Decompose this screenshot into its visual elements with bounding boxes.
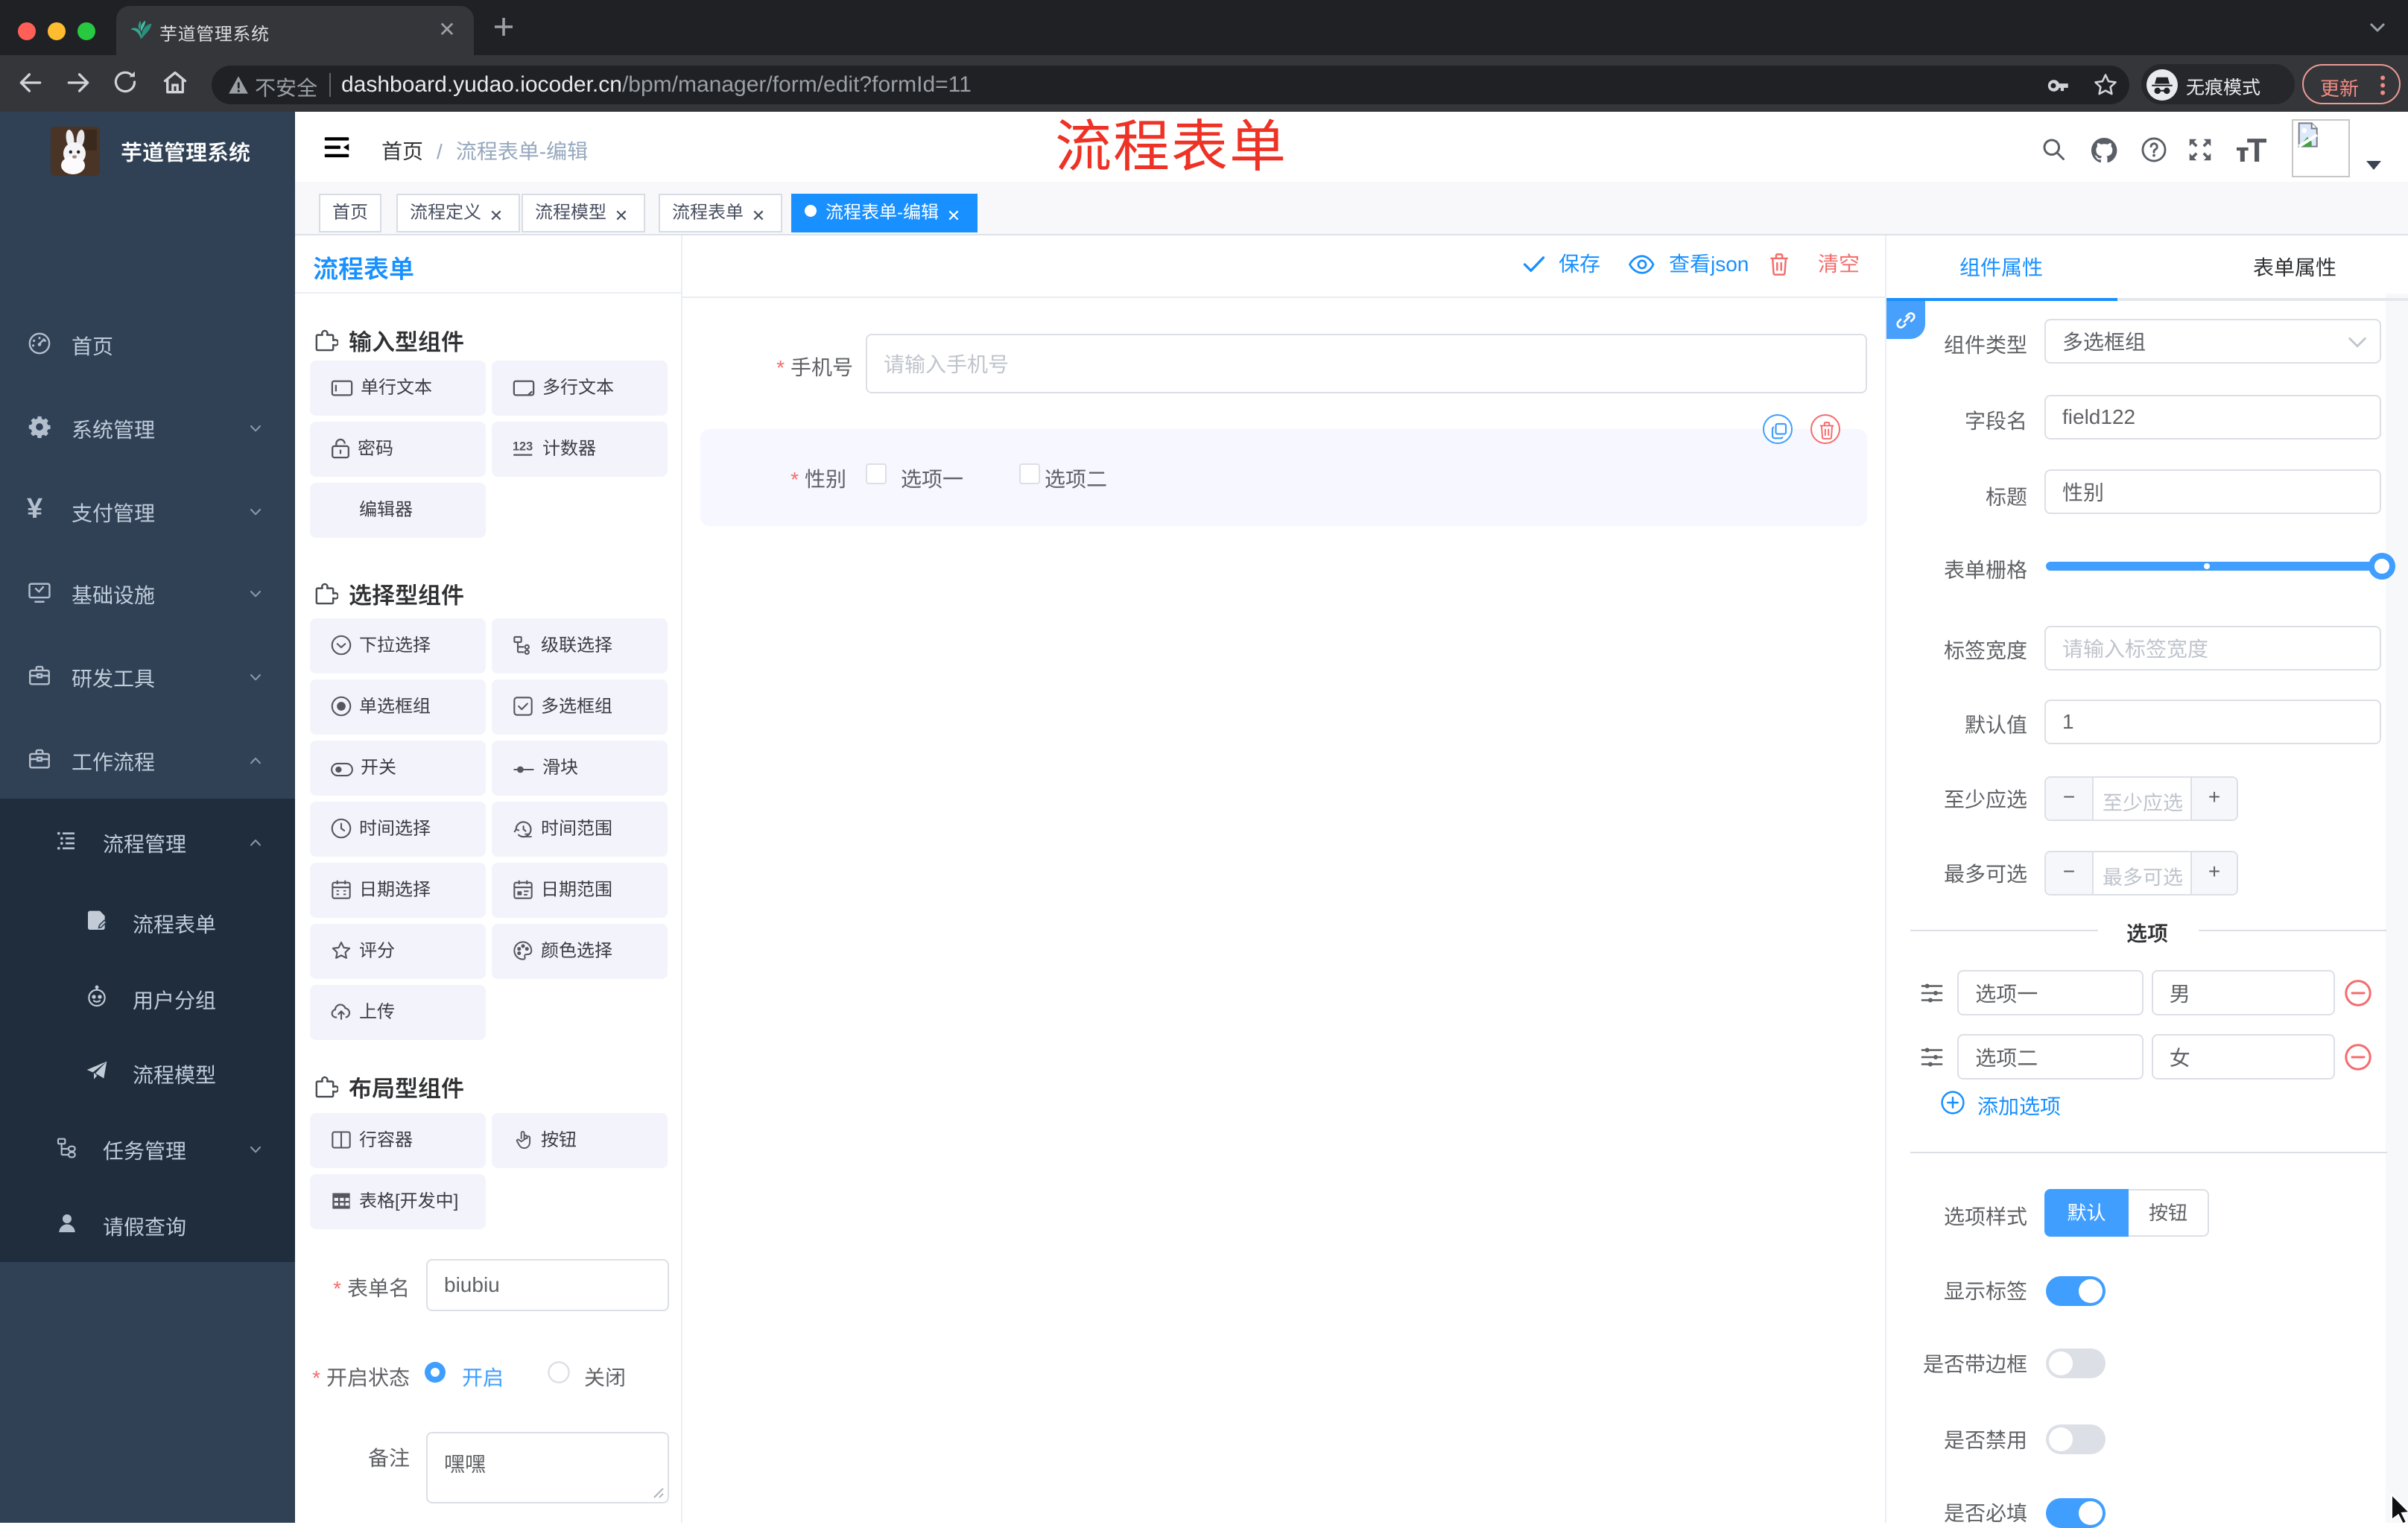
svg-text:123: 123 [513, 440, 533, 454]
